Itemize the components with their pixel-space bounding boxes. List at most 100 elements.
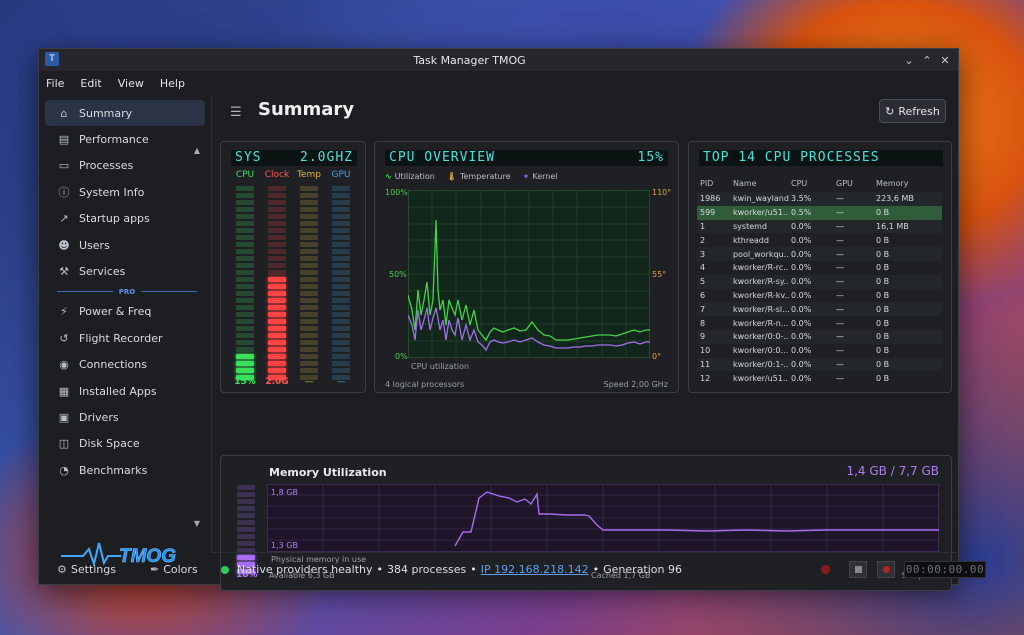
scroll-down-icon[interactable]: ▼ xyxy=(191,518,203,530)
record-button[interactable] xyxy=(877,561,895,578)
cell-name: kworker/0:0... xyxy=(733,346,789,356)
meter-segment xyxy=(300,368,318,373)
meter-segment xyxy=(236,319,254,324)
sidebar-item-label: Benchmarks xyxy=(79,463,148,477)
status-ip-link[interactable]: IP 192.168.218.142 xyxy=(481,563,589,576)
table-row[interactable]: 1 systemd 0.0% — 16,1 MB xyxy=(697,219,942,234)
table-row[interactable]: 5 kworker/R-sy... 0.0% — 0 B xyxy=(697,274,942,289)
col-header-gpu[interactable]: GPU xyxy=(832,179,872,188)
sidebar-item-connections[interactable]: ◉ Connections xyxy=(45,352,205,378)
refresh-button[interactable]: ↻ Refresh xyxy=(879,99,946,123)
menu-file[interactable]: File xyxy=(46,77,64,90)
table-row[interactable]: 599 kworker/u51... 0.5% — 0 B xyxy=(697,205,942,220)
table-row[interactable]: 11 kworker/0:1-... 0.0% — 0 B xyxy=(697,357,942,372)
table-row[interactable]: 10 kworker/0:0... 0.0% — 0 B xyxy=(697,344,942,358)
cell-gpu: — xyxy=(836,221,844,231)
sidebar-item-processes[interactable]: ▭ Processes xyxy=(45,153,205,179)
table-row[interactable]: 1986 kwin_wayland 3.5% — 223,6 MB xyxy=(697,192,942,206)
cell-name: kworker/0:1-... xyxy=(733,359,789,369)
scroll-up-icon[interactable]: ▲ xyxy=(191,145,203,157)
table-row[interactable]: 8 kworker/R-n... 0.0% — 0 B xyxy=(697,316,942,330)
meter-segment xyxy=(300,312,318,317)
chevron-down-icon[interactable]: ⌄ xyxy=(900,54,918,67)
sidebar-item-flight-recorder[interactable]: ↺ Flight Recorder xyxy=(45,325,205,351)
sidebar-item-power-freq[interactable]: ⚡ Power & Freq xyxy=(45,299,205,325)
sidebar-item-benchmarks[interactable]: ◔ Benchmarks xyxy=(45,457,205,483)
meter-segment xyxy=(236,291,254,296)
window-title: Task Manager TMOG xyxy=(413,53,526,67)
cell-name: kworker/R-n... xyxy=(733,318,789,328)
cpu-lcd-value: 15% xyxy=(637,150,664,165)
menu-help[interactable]: Help xyxy=(160,77,185,90)
cell-cpu: 0.0% xyxy=(791,290,812,300)
sidebar-item-startup-apps[interactable]: ↗ Startup apps xyxy=(45,206,205,232)
meter-segment xyxy=(332,298,350,303)
sidebar-item-summary[interactable]: ⌂ Summary xyxy=(45,100,205,127)
meter-segment xyxy=(237,506,255,511)
meter-segment xyxy=(332,249,350,254)
colors-button[interactable]: ✒ Colors xyxy=(150,563,198,576)
sidebar-item-performance[interactable]: ▤ Performance xyxy=(45,126,205,152)
meter-segment xyxy=(300,305,318,310)
close-icon[interactable]: ✕ xyxy=(936,54,954,67)
sidebar-item-disk-space[interactable]: ◫ Disk Space xyxy=(45,431,205,457)
table-row[interactable]: 9 kworker/0:0-... 0.0% — 0 B xyxy=(697,329,942,344)
cpu-meter xyxy=(236,184,254,380)
meter-segment xyxy=(300,242,318,247)
sys-lcd: SYS 2.0GHZ xyxy=(231,150,357,166)
record-icon xyxy=(882,566,890,573)
col-header-memory[interactable]: Memory xyxy=(872,179,942,188)
cell-pid: 6 xyxy=(700,290,706,300)
cell-cpu: 0.0% xyxy=(791,318,812,328)
meter-segment xyxy=(300,207,318,212)
cell-cpu: 0.0% xyxy=(791,373,812,383)
col-header-pid[interactable]: PID xyxy=(697,179,733,188)
table-row[interactable]: 7 kworker/R-sl... 0.0% — 0 B xyxy=(697,302,942,317)
cpu-footer-processors: 4 logical processors xyxy=(385,380,465,389)
bar-label-temp: Temp xyxy=(297,170,321,180)
cell-gpu: — xyxy=(836,277,844,287)
main-content: ☰ Summary ↻ Refresh SYS 2.0GHZ CPU Clock … xyxy=(211,95,960,591)
bar-value-clock: 2.0G xyxy=(265,377,289,387)
bar-label-cpu: CPU xyxy=(235,170,255,180)
maximize-icon[interactable]: ⌃ xyxy=(918,54,936,67)
app-icon: T xyxy=(45,52,59,66)
sidebar-item-users[interactable]: ☻ Users xyxy=(45,232,205,258)
sidebar-item-services[interactable]: ⚒ Services xyxy=(45,258,205,284)
cell-pid: 7 xyxy=(700,304,706,314)
col-header-name[interactable]: Name xyxy=(733,179,789,188)
cpu-lcd-label: CPU OVERVIEW xyxy=(389,150,495,165)
col-header-cpu[interactable]: CPU xyxy=(789,179,832,188)
sidebar-scrollbar[interactable]: ▲ ▼ xyxy=(191,145,203,530)
settings-button[interactable]: ⚙ Settings xyxy=(57,563,116,576)
hamburger-menu-icon[interactable]: ☰ xyxy=(230,105,242,120)
table-row[interactable]: 6 kworker/R-kv... 0.0% — 0 B xyxy=(697,289,942,303)
title-bar: T Task Manager TMOG ⌄ ⌃ ✕ xyxy=(39,49,958,71)
table-row[interactable]: 3 pool_workqu... 0.0% — 0 B xyxy=(697,247,942,261)
meter-segment xyxy=(236,270,254,275)
meter-segment xyxy=(237,520,255,525)
meter-segment xyxy=(332,228,350,233)
meter-segment xyxy=(268,228,286,233)
menu-edit[interactable]: Edit xyxy=(80,77,101,90)
meter-segment xyxy=(300,277,318,282)
cell-memory: 0 B xyxy=(876,304,890,314)
table-row[interactable]: 12 kworker/u51... 0.0% — 0 B xyxy=(697,371,942,385)
meter-segment xyxy=(237,541,255,546)
meter-segment xyxy=(236,333,254,338)
meter-segment xyxy=(332,340,350,345)
meter-segment xyxy=(236,284,254,289)
table-row[interactable]: 2 kthreadd 0.0% — 0 B xyxy=(697,233,942,247)
sidebar-item-installed-apps[interactable]: ▦ Installed Apps xyxy=(45,378,205,404)
sidebar-item-drivers[interactable]: ▣ Drivers xyxy=(45,404,205,430)
table-row[interactable]: 4 kworker/R-rc... 0.0% — 0 B xyxy=(697,261,942,275)
meter-segment xyxy=(300,284,318,289)
cell-memory: 0 B xyxy=(876,249,890,259)
sidebar-item-system-info[interactable]: ⓘ System Info xyxy=(45,179,205,205)
stop-button[interactable] xyxy=(849,561,867,578)
cell-cpu: 0.0% xyxy=(791,221,812,231)
cell-memory: 0 B xyxy=(876,318,890,328)
cell-name: systemd xyxy=(733,221,767,231)
menu-view[interactable]: View xyxy=(118,77,144,90)
cpu-lcd: CPU OVERVIEW 15% xyxy=(385,150,668,166)
